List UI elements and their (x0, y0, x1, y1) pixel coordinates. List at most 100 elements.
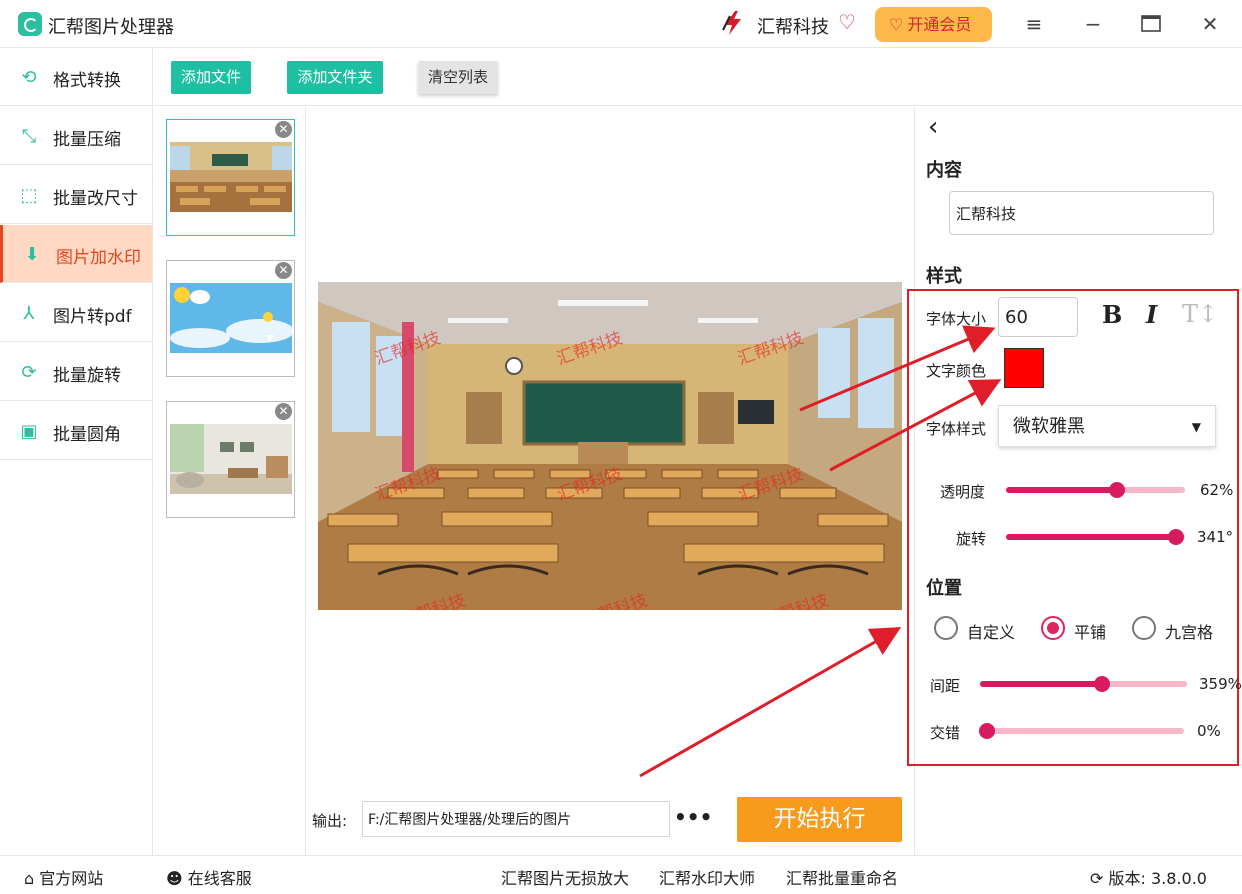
toolbar: 添加文件 添加文件夹 清空列表 (154, 48, 1242, 106)
sidebar-item-label: 格式转换 (53, 71, 121, 91)
text-color-label: 文字颜色 (926, 362, 987, 380)
convert-icon: ⟲ (21, 67, 37, 88)
vip-button[interactable]: ♡ 开通会员 (875, 7, 992, 42)
sidebar-item-batch-resize[interactable]: ⬚ 批量改尺寸 (0, 166, 152, 224)
maximize-icon[interactable] (1137, 10, 1165, 38)
remove-thumbnail-icon[interactable]: ✕ (275, 121, 292, 138)
brand-logo-icon (722, 11, 741, 35)
rounded-corner-icon: ▣ (20, 421, 38, 442)
rotation-fill (1006, 534, 1176, 540)
diamond-heart-icon: ♡ (838, 10, 856, 34)
refresh-icon: ⟳ (1090, 869, 1104, 888)
thumbnail-sky[interactable]: ✕ (166, 260, 295, 377)
watermark-content-input[interactable]: 汇帮科技 (949, 191, 1214, 235)
sidebar-item-rounded-corner[interactable]: ▣ 批量圆角 (0, 402, 152, 460)
app-logo-icon (18, 12, 42, 36)
lossless-upscale-link[interactable]: 汇帮图片无损放大 (501, 865, 629, 889)
thumbnail-list: ✕ ✕ ✕ (154, 107, 306, 855)
sidebar-item-watermark[interactable]: ⬇ 图片加水印 (0, 225, 152, 283)
sidebar-item-format-convert[interactable]: ⟲ 格式转换 (0, 48, 152, 106)
rotation-value: 341° (1197, 528, 1234, 546)
text-color-swatch[interactable] (1004, 348, 1044, 388)
sidebar-item-label: 批量压缩 (53, 130, 121, 150)
position-tile-radio[interactable] (1041, 616, 1065, 640)
sidebar-item-label: 批量旋转 (53, 366, 121, 386)
website-link[interactable]: ⌂ 官方网站 (24, 865, 103, 889)
bold-button[interactable]: B (1102, 300, 1122, 329)
spacing-value: 359% (1199, 675, 1242, 693)
start-run-button[interactable]: 开始执行 (737, 797, 902, 842)
sidebar: ⟲ 格式转换 ⤡ 批量压缩 ⬚ 批量改尺寸 ⬇ 图片加水印 ⅄ 图片转pdf ⟳… (0, 48, 153, 855)
add-folder-button[interactable]: 添加文件夹 (287, 61, 383, 94)
opacity-fill (1006, 487, 1117, 493)
text-height-icon[interactable]: T↕ (1182, 300, 1218, 328)
opacity-slider[interactable] (1006, 482, 1185, 498)
vip-heart-icon: ♡ (889, 15, 904, 34)
clear-list-button[interactable]: 清空列表 (418, 61, 498, 94)
opacity-slider-handle[interactable] (1108, 482, 1125, 498)
thumbnail-classroom[interactable]: ✕ (166, 119, 295, 236)
stagger-slider[interactable] (979, 723, 1184, 739)
rotation-label: 旋转 (956, 530, 987, 548)
stagger-label: 交错 (930, 724, 961, 742)
style-title: 样式 (926, 266, 962, 287)
rotation-slider[interactable] (1006, 529, 1185, 545)
batch-rename-link[interactable]: 汇帮批量重命名 (786, 865, 898, 889)
font-family-value: 微软雅黑 (1013, 416, 1085, 437)
output-path-field[interactable]: F:/汇帮图片处理器/处理后的图片 (362, 801, 670, 837)
remove-thumbnail-icon[interactable]: ✕ (275, 262, 292, 279)
rotate-icon: ⟳ (21, 362, 37, 383)
font-size-label: 字体大小 (926, 310, 987, 328)
support-label: 在线客服 (187, 869, 252, 888)
sidebar-item-batch-compress[interactable]: ⤡ 批量压缩 (0, 107, 152, 165)
font-style-label: 字体样式 (926, 420, 987, 438)
sidebar-item-label: 批量圆角 (53, 425, 121, 445)
thumbnail-living-room[interactable]: ✕ (166, 401, 295, 518)
minimize-icon[interactable]: − (1079, 10, 1107, 38)
spacing-slider-handle[interactable] (1094, 676, 1111, 692)
back-chevron-icon[interactable]: ‹ (928, 112, 938, 142)
remove-thumbnail-icon[interactable]: ✕ (275, 403, 292, 420)
position-tile-label: 平铺 (1074, 623, 1107, 642)
opacity-label: 透明度 (940, 483, 986, 501)
position-grid-label: 九宫格 (1165, 623, 1214, 642)
font-family-select[interactable]: 微软雅黑 ▼ (998, 405, 1216, 447)
rotation-slider-handle[interactable] (1167, 529, 1184, 545)
spacing-slider[interactable] (980, 676, 1187, 692)
pdf-icon: ⅄ (23, 303, 35, 324)
compress-icon: ⤡ (21, 126, 37, 147)
watermark-icon: ⬇ (24, 244, 40, 265)
thumbnail-image (170, 142, 292, 212)
home-icon: ⌂ (24, 869, 35, 888)
annotation-arrow (639, 627, 902, 778)
website-label: 官方网站 (39, 869, 104, 888)
sidebar-item-label: 批量改尺寸 (53, 189, 138, 209)
position-grid-radio[interactable] (1132, 616, 1156, 640)
sidebar-item-label: 图片转pdf (53, 307, 132, 327)
sidebar-item-to-pdf[interactable]: ⅄ 图片转pdf (0, 284, 152, 342)
stagger-value: 0% (1197, 722, 1221, 740)
brand-name: 汇帮科技 (757, 17, 829, 38)
thumbnail-image (170, 283, 292, 353)
browse-output-button[interactable]: ••• (674, 806, 712, 832)
version-label: 版本: 3.8.0.0 (1108, 869, 1207, 888)
close-icon[interactable]: ✕ (1196, 10, 1224, 38)
support-link[interactable]: ☻ 在线客服 (166, 865, 252, 889)
sidebar-item-batch-rotate[interactable]: ⟳ 批量旋转 (0, 343, 152, 401)
status-bar: ⌂ 官方网站 ☻ 在线客服 汇帮图片无损放大 汇帮水印大师 汇帮批量重命名 ⟳ … (0, 855, 1242, 894)
position-custom-label: 自定义 (967, 623, 1016, 642)
title-bar: 汇帮图片处理器 汇帮科技 ♡ ♡ 开通会员 ≡ − ✕ (0, 0, 1242, 48)
position-title: 位置 (926, 578, 962, 599)
content-title: 内容 (926, 160, 962, 181)
add-file-button[interactable]: 添加文件 (171, 61, 251, 94)
thumbnail-image (170, 424, 292, 494)
app-title: 汇帮图片处理器 (48, 17, 174, 38)
opacity-value: 62% (1200, 481, 1234, 499)
stagger-slider-handle[interactable] (979, 723, 995, 739)
watermark-master-link[interactable]: 汇帮水印大师 (659, 865, 755, 889)
position-custom-radio[interactable] (934, 616, 958, 640)
font-size-input[interactable]: 60 (998, 297, 1078, 337)
menu-icon[interactable]: ≡ (1020, 10, 1048, 38)
italic-button[interactable]: I (1146, 300, 1157, 329)
sidebar-item-label: 图片加水印 (56, 248, 141, 268)
